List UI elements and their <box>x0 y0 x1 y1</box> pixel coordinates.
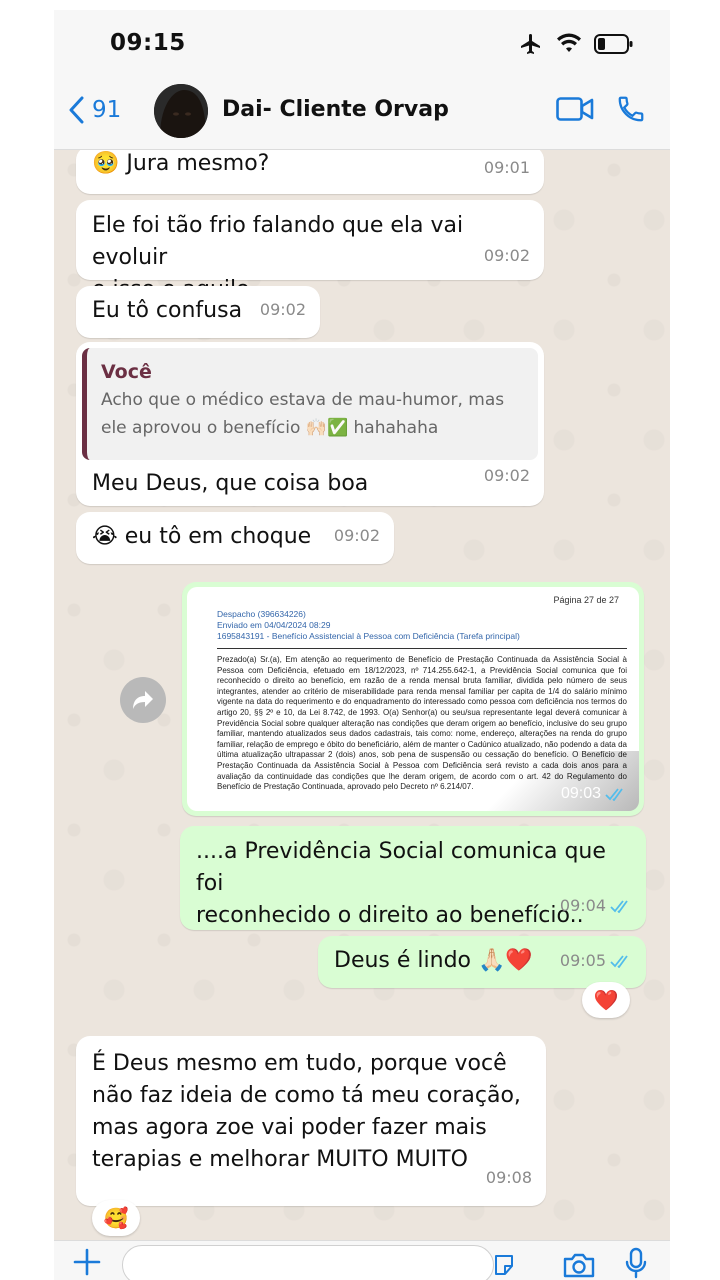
crying-face-emoji: 😭 <box>92 524 118 549</box>
chevron-left-icon <box>69 96 84 124</box>
chat-header: 91 Dai- Cliente Orvap <box>54 78 670 150</box>
message-text-line: Ele foi tão frio falando que ela vai evo… <box>92 213 464 270</box>
composer-bar <box>54 1240 670 1280</box>
message-status: 09:03 <box>561 785 627 803</box>
message-time: 09:02 <box>333 526 380 545</box>
unread-count: 91 <box>92 97 122 123</box>
double-check-icon <box>610 900 628 913</box>
message-time: 09:02 <box>483 246 530 265</box>
message-incoming[interactable]: Eu tô confusa 09:02 <box>76 286 320 338</box>
battery-icon <box>594 33 634 59</box>
doc-header-line: Despacho (396634226) <box>217 609 306 619</box>
message-incoming[interactable]: Ele foi tão frio falando que ela vai evo… <box>76 200 544 302</box>
doc-divider <box>217 648 627 649</box>
avatar[interactable] <box>154 84 208 138</box>
doc-header-line: Enviado em 04/04/2024 08:29 <box>217 620 331 630</box>
doc-page-number: Página 27 de 27 <box>553 595 619 605</box>
sticker-icon[interactable] <box>492 1253 516 1280</box>
camera-icon[interactable] <box>562 1251 596 1280</box>
message-incoming[interactable]: 😭 eu tô em choque 09:02 <box>76 512 394 564</box>
chat-area[interactable]: 🥹 Jura mesmo? 09:01 Ele foi tão frio fal… <box>54 150 670 1240</box>
status-time: 09:15 <box>110 30 186 56</box>
message-incoming[interactable]: 🥹 Jura mesmo? 09:01 <box>76 150 544 194</box>
message-time: 09:01 <box>483 158 530 177</box>
message-time: 09:05 <box>559 951 606 970</box>
status-icons <box>518 32 634 60</box>
quote-text-line: Acho que o médico estava de mau-humor, m… <box>101 390 505 410</box>
phone-screen: 09:15 91 Dai- Cliente Orvap 🥹 Jura mesmo… <box>54 10 670 1280</box>
message-status: 09:04 <box>560 890 632 922</box>
video-call-icon[interactable] <box>556 96 594 126</box>
share-icon <box>133 691 153 709</box>
message-outgoing[interactable]: Deus é lindo 🙏🏻❤️ 09:05 <box>318 936 646 988</box>
document-image[interactable]: Página 27 de 27 Despacho (396634226) Env… <box>187 587 639 811</box>
message-text: Deus é lindo 🙏🏻❤️ <box>334 948 533 973</box>
status-bar: 09:15 <box>54 10 670 78</box>
image-message-outgoing[interactable]: Página 27 de 27 Despacho (396634226) Env… <box>182 582 644 816</box>
message-text: Jura mesmo? <box>126 151 270 176</box>
phone-call-icon[interactable] <box>616 94 646 128</box>
message-text-line: É Deus mesmo em tudo, porque você <box>92 1051 507 1076</box>
quote-text-line: ele aprovou o benefício 🙌🏻✅ hahahaha <box>101 418 439 438</box>
message-status: 09:05 <box>560 945 632 977</box>
message-text: Eu tô confusa <box>92 298 243 323</box>
contact-name[interactable]: Dai- Cliente Orvap <box>222 97 449 122</box>
smiling-hearts-reaction[interactable]: 🥰 <box>92 1200 140 1236</box>
quoted-message[interactable]: Você Acho que o médico estava de mau-hum… <box>82 348 538 460</box>
message-time: 09:04 <box>559 896 606 915</box>
heart-reaction[interactable]: ❤️ <box>582 982 630 1018</box>
message-incoming[interactable]: É Deus mesmo em tudo, porque você não fa… <box>76 1036 546 1206</box>
double-check-icon <box>605 788 623 801</box>
back-button[interactable]: 91 <box>68 96 121 124</box>
message-time: 09:02 <box>259 300 306 319</box>
message-time: 09:08 <box>485 1168 532 1187</box>
message-text-line: terapias e melhorar MUITO MUITO <box>92 1147 468 1172</box>
microphone-icon[interactable] <box>624 1247 648 1280</box>
message-input[interactable] <box>122 1245 494 1280</box>
message-time: 09:02 <box>483 466 530 485</box>
pleading-face-emoji: 🥹 <box>92 151 120 176</box>
message-text-line: mas agora zoe vai poder fazer mais <box>92 1115 487 1140</box>
forward-button[interactable] <box>120 677 166 723</box>
message-text-line: não faz ideia de como tá meu coração, <box>92 1083 521 1108</box>
message-text: Meu Deus, que coisa boa <box>92 471 369 496</box>
attach-plus-icon[interactable] <box>72 1247 102 1280</box>
doc-header-line: 1695843191 - Benefício Assistencial à Pe… <box>217 631 520 641</box>
wifi-icon <box>556 33 582 59</box>
quote-author: Você <box>101 361 152 383</box>
message-time: 09:03 <box>560 785 601 802</box>
airplane-icon <box>518 32 544 60</box>
message-incoming-reply[interactable]: Você Acho que o médico estava de mau-hum… <box>76 342 544 506</box>
double-check-icon <box>610 955 628 968</box>
message-text: eu tô em choque <box>124 524 312 549</box>
message-outgoing[interactable]: ....a Previdência Social comunica que fo… <box>180 826 646 930</box>
